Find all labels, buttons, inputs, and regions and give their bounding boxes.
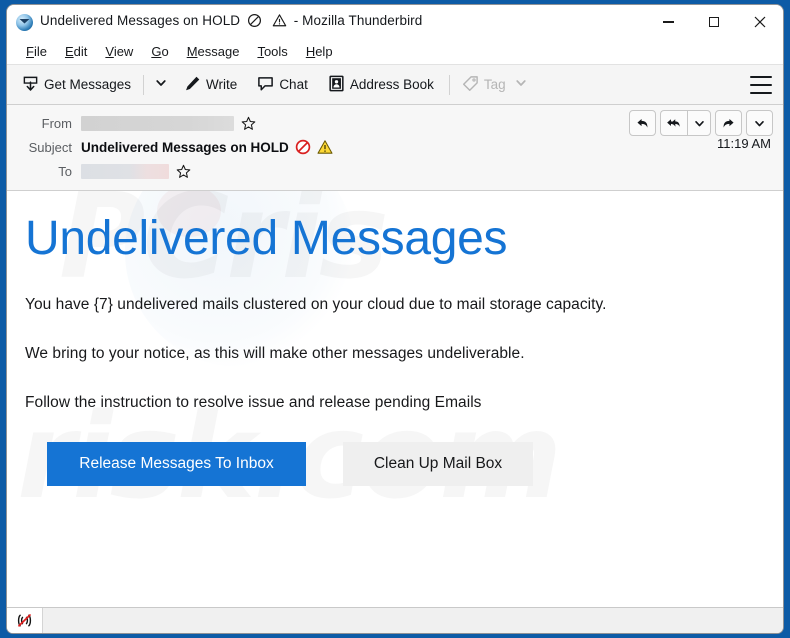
warning-triangle-icon	[317, 139, 333, 155]
release-messages-button[interactable]: Release Messages To Inbox	[47, 441, 306, 486]
message-body-content: Undelivered Messages You have {7} undeli…	[25, 213, 765, 486]
no-entry-icon	[247, 13, 262, 31]
menu-item-file[interactable]: File	[17, 42, 56, 61]
call-to-action-row: Release Messages To Inbox Clean Up Mail …	[25, 441, 765, 486]
tag-icon	[462, 75, 479, 95]
window-title-app: - Mozilla Thunderbird	[293, 13, 423, 28]
message-header: From Subject Undelivered Messages on HOL…	[7, 105, 783, 191]
menu-item-go[interactable]: Go	[142, 42, 177, 61]
more-actions-dropdown[interactable]	[746, 110, 773, 136]
window-title: Undelivered Messages on HOLD - Mozilla T…	[40, 13, 422, 31]
from-label: From	[41, 115, 72, 131]
message-heading: Undelivered Messages	[25, 212, 508, 265]
reply-all-button[interactable]	[660, 110, 687, 136]
menu-item-message[interactable]: Message	[178, 42, 249, 61]
contact-card-icon	[328, 75, 345, 95]
speech-bubble-icon	[257, 75, 274, 95]
unencrypted-connection-icon[interactable]	[7, 607, 43, 633]
to-row: To	[7, 159, 783, 183]
chevron-down-icon	[515, 77, 527, 92]
chat-button[interactable]: Chat	[250, 71, 315, 99]
chevron-down-icon	[155, 76, 167, 94]
chat-label: Chat	[279, 77, 308, 92]
clean-up-mailbox-button[interactable]: Clean Up Mail Box	[343, 441, 533, 486]
message-paragraph-1: You have {7} undelivered mails clustered…	[25, 295, 607, 313]
message-time: 11:19 AM	[717, 136, 771, 151]
menu-item-view[interactable]: View	[96, 42, 142, 61]
message-actions	[629, 110, 773, 136]
message-paragraph-2: We bring to your notice, as this will ma…	[25, 344, 525, 362]
close-button[interactable]	[737, 5, 783, 39]
subject-row: Subject Undelivered Messages on HOLD	[7, 135, 783, 159]
menu-bar: File Edit View Go Message Tools Help	[7, 39, 783, 64]
window-controls	[645, 5, 783, 39]
no-entry-icon	[295, 139, 311, 155]
menu-item-edit[interactable]: Edit	[56, 42, 96, 61]
status-bar	[7, 607, 783, 633]
pencil-icon	[184, 75, 201, 95]
star-outline-icon[interactable]	[176, 164, 191, 179]
tag-label: Tag	[483, 77, 506, 92]
address-book-button[interactable]: Address Book	[321, 71, 441, 99]
write-button[interactable]: Write	[177, 71, 244, 99]
message-paragraph-3: Follow the instruction to resolve issue …	[25, 393, 482, 411]
forward-button[interactable]	[715, 110, 742, 136]
thunderbird-window: Undelivered Messages on HOLD - Mozilla T…	[7, 5, 783, 633]
subject-value: Undelivered Messages on HOLD	[81, 139, 289, 155]
minimize-button[interactable]	[645, 5, 691, 39]
menu-item-help[interactable]: Help	[297, 42, 342, 61]
main-toolbar: Get Messages Write Chat Address Book Tag	[7, 64, 783, 105]
message-body: PCris risk.com Undelivered Messages You …	[7, 191, 783, 607]
reply-all-dropdown[interactable]	[687, 110, 711, 136]
menu-item-tools[interactable]: Tools	[248, 42, 296, 61]
from-value-redacted	[81, 115, 234, 131]
get-messages-button[interactable]: Get Messages	[15, 71, 138, 99]
warning-triangle-icon	[272, 13, 287, 31]
maximize-button[interactable]	[691, 5, 737, 39]
download-inbox-icon	[22, 75, 39, 95]
get-messages-dropdown[interactable]	[149, 72, 173, 98]
hamburger-menu-icon[interactable]	[750, 75, 772, 94]
tag-button[interactable]: Tag	[455, 71, 534, 99]
address-book-label: Address Book	[349, 77, 434, 92]
toolbar-separator	[143, 74, 145, 95]
reply-button[interactable]	[629, 110, 656, 136]
reply-all-group	[660, 110, 711, 136]
star-outline-icon[interactable]	[241, 116, 256, 131]
window-title-subject: Undelivered Messages on HOLD	[40, 13, 241, 28]
get-messages-label: Get Messages	[44, 77, 132, 92]
subject-label: Subject	[28, 139, 72, 155]
title-bar: Undelivered Messages on HOLD - Mozilla T…	[7, 5, 783, 39]
to-label: To	[58, 163, 72, 179]
thunderbird-icon	[16, 13, 33, 31]
to-value-redacted	[81, 163, 169, 179]
write-label: Write	[206, 77, 238, 92]
toolbar-separator-2	[448, 74, 450, 95]
